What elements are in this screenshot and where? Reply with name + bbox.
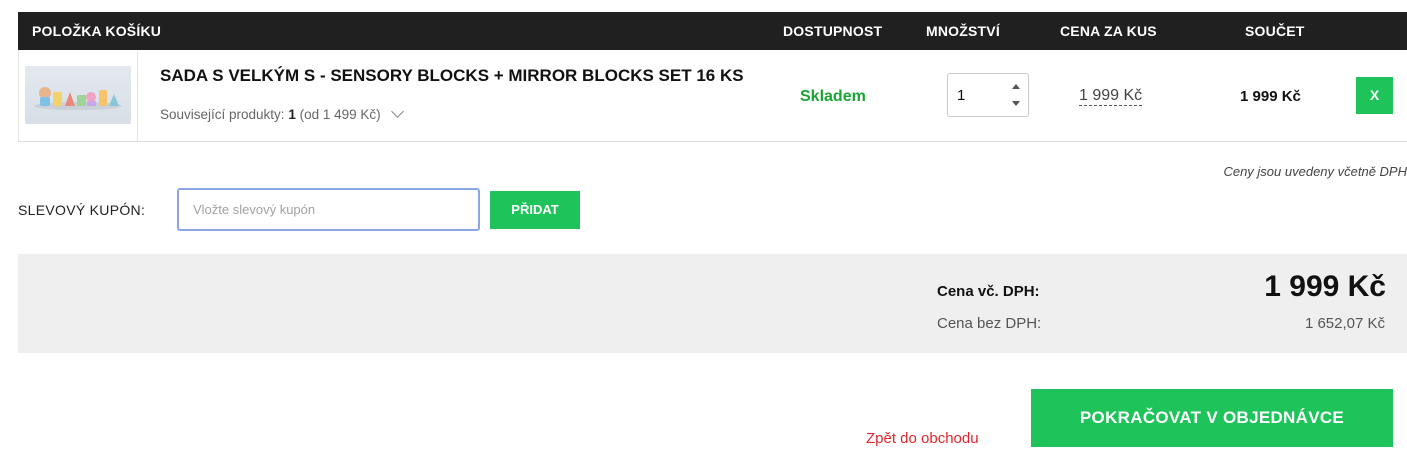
unit-price: 1 999 Kč [1079,87,1143,106]
triangle-up-icon[interactable] [1010,81,1022,93]
price-without-vat-label: Cena bez DPH: [937,315,1042,332]
price-without-vat-value: 1 652,07 Kč [1304,315,1385,332]
product-title[interactable]: SADA S VELKÝM S - SENSORY BLOCKS + MIRRO… [160,67,770,84]
price-with-vat-label: Cena vč. DPH: [937,283,1040,300]
related-products-label: Související produkty: [160,107,285,122]
vat-note: Ceny jsou uvedeny včetně DPH [1223,164,1407,179]
back-to-shop-link[interactable]: Zpět do obchodu [866,430,979,447]
quantity-stepper[interactable]: 1 [947,73,1029,117]
product-thumbnail[interactable] [18,50,138,141]
price-with-vat-value: 1 999 Kč [1264,270,1386,303]
related-products[interactable]: Související produkty: 1 (od 1 499 Kč) [160,105,405,122]
header-total: SOUČET [1245,23,1305,39]
add-coupon-button[interactable]: PŘIDAT [490,191,580,229]
header-unit-price: CENA ZA KUS [1060,23,1157,39]
coupon-label: SLEVOVÝ KUPÓN: [18,202,146,218]
cart-table-header: POLOŽKA KOŠÍKU DOSTUPNOST MNOŽSTVÍ CENA … [18,12,1407,50]
chevron-down-icon[interactable] [391,105,405,118]
header-quantity: MNOŽSTVÍ [926,23,1000,39]
remove-item-button[interactable]: X [1356,77,1393,114]
availability-status: Skladem [800,88,866,105]
product-image [25,66,131,124]
continue-order-button[interactable]: POKRAČOVAT V OBJEDNÁVCE [1031,389,1393,447]
quantity-value[interactable]: 1 [957,87,965,104]
price-summary: Cena vč. DPH: 1 999 Kč Cena bez DPH: 1 6… [18,254,1407,353]
related-products-count: 1 [288,107,296,122]
cart-item-row: SADA S VELKÝM S - SENSORY BLOCKS + MIRRO… [18,50,1407,142]
header-item: POLOŽKA KOŠÍKU [32,23,162,39]
related-products-price: (od 1 499 Kč) [299,107,381,122]
coupon-input[interactable] [177,188,480,231]
header-availability: DOSTUPNOST [783,23,883,39]
row-total: 1 999 Kč [1240,88,1301,105]
triangle-down-icon[interactable] [1010,97,1022,109]
